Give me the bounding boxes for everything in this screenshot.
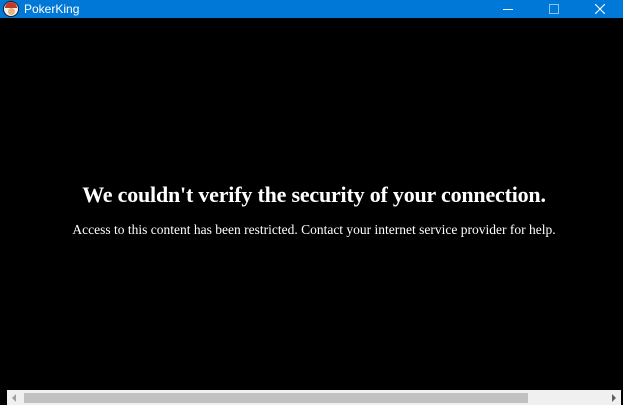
app-window: PokerKing We couldn't verify the securit… <box>0 0 623 405</box>
maximize-button[interactable] <box>531 0 577 18</box>
title-bar[interactable]: PokerKing <box>0 0 623 18</box>
close-icon <box>595 4 605 14</box>
content-area: We couldn't verify the security of your … <box>0 18 623 390</box>
pokerking-app-icon <box>3 1 19 17</box>
window-title: PokerKing <box>24 2 80 16</box>
scrollbar-thumb[interactable] <box>24 393 528 403</box>
scroll-left-button[interactable] <box>7 390 21 405</box>
error-message: Access to this content has been restrict… <box>72 222 556 237</box>
error-headline: We couldn't verify the security of your … <box>82 182 546 207</box>
minimize-icon <box>503 9 513 10</box>
maximize-icon <box>549 4 559 14</box>
scroll-right-arrow-icon <box>612 393 616 402</box>
close-button[interactable] <box>577 0 623 18</box>
horizontal-scrollbar[interactable] <box>7 390 621 405</box>
minimize-button[interactable] <box>485 0 531 18</box>
scroll-left-arrow-icon <box>12 393 16 402</box>
scroll-right-button[interactable] <box>607 390 621 405</box>
caption-buttons <box>485 0 623 18</box>
